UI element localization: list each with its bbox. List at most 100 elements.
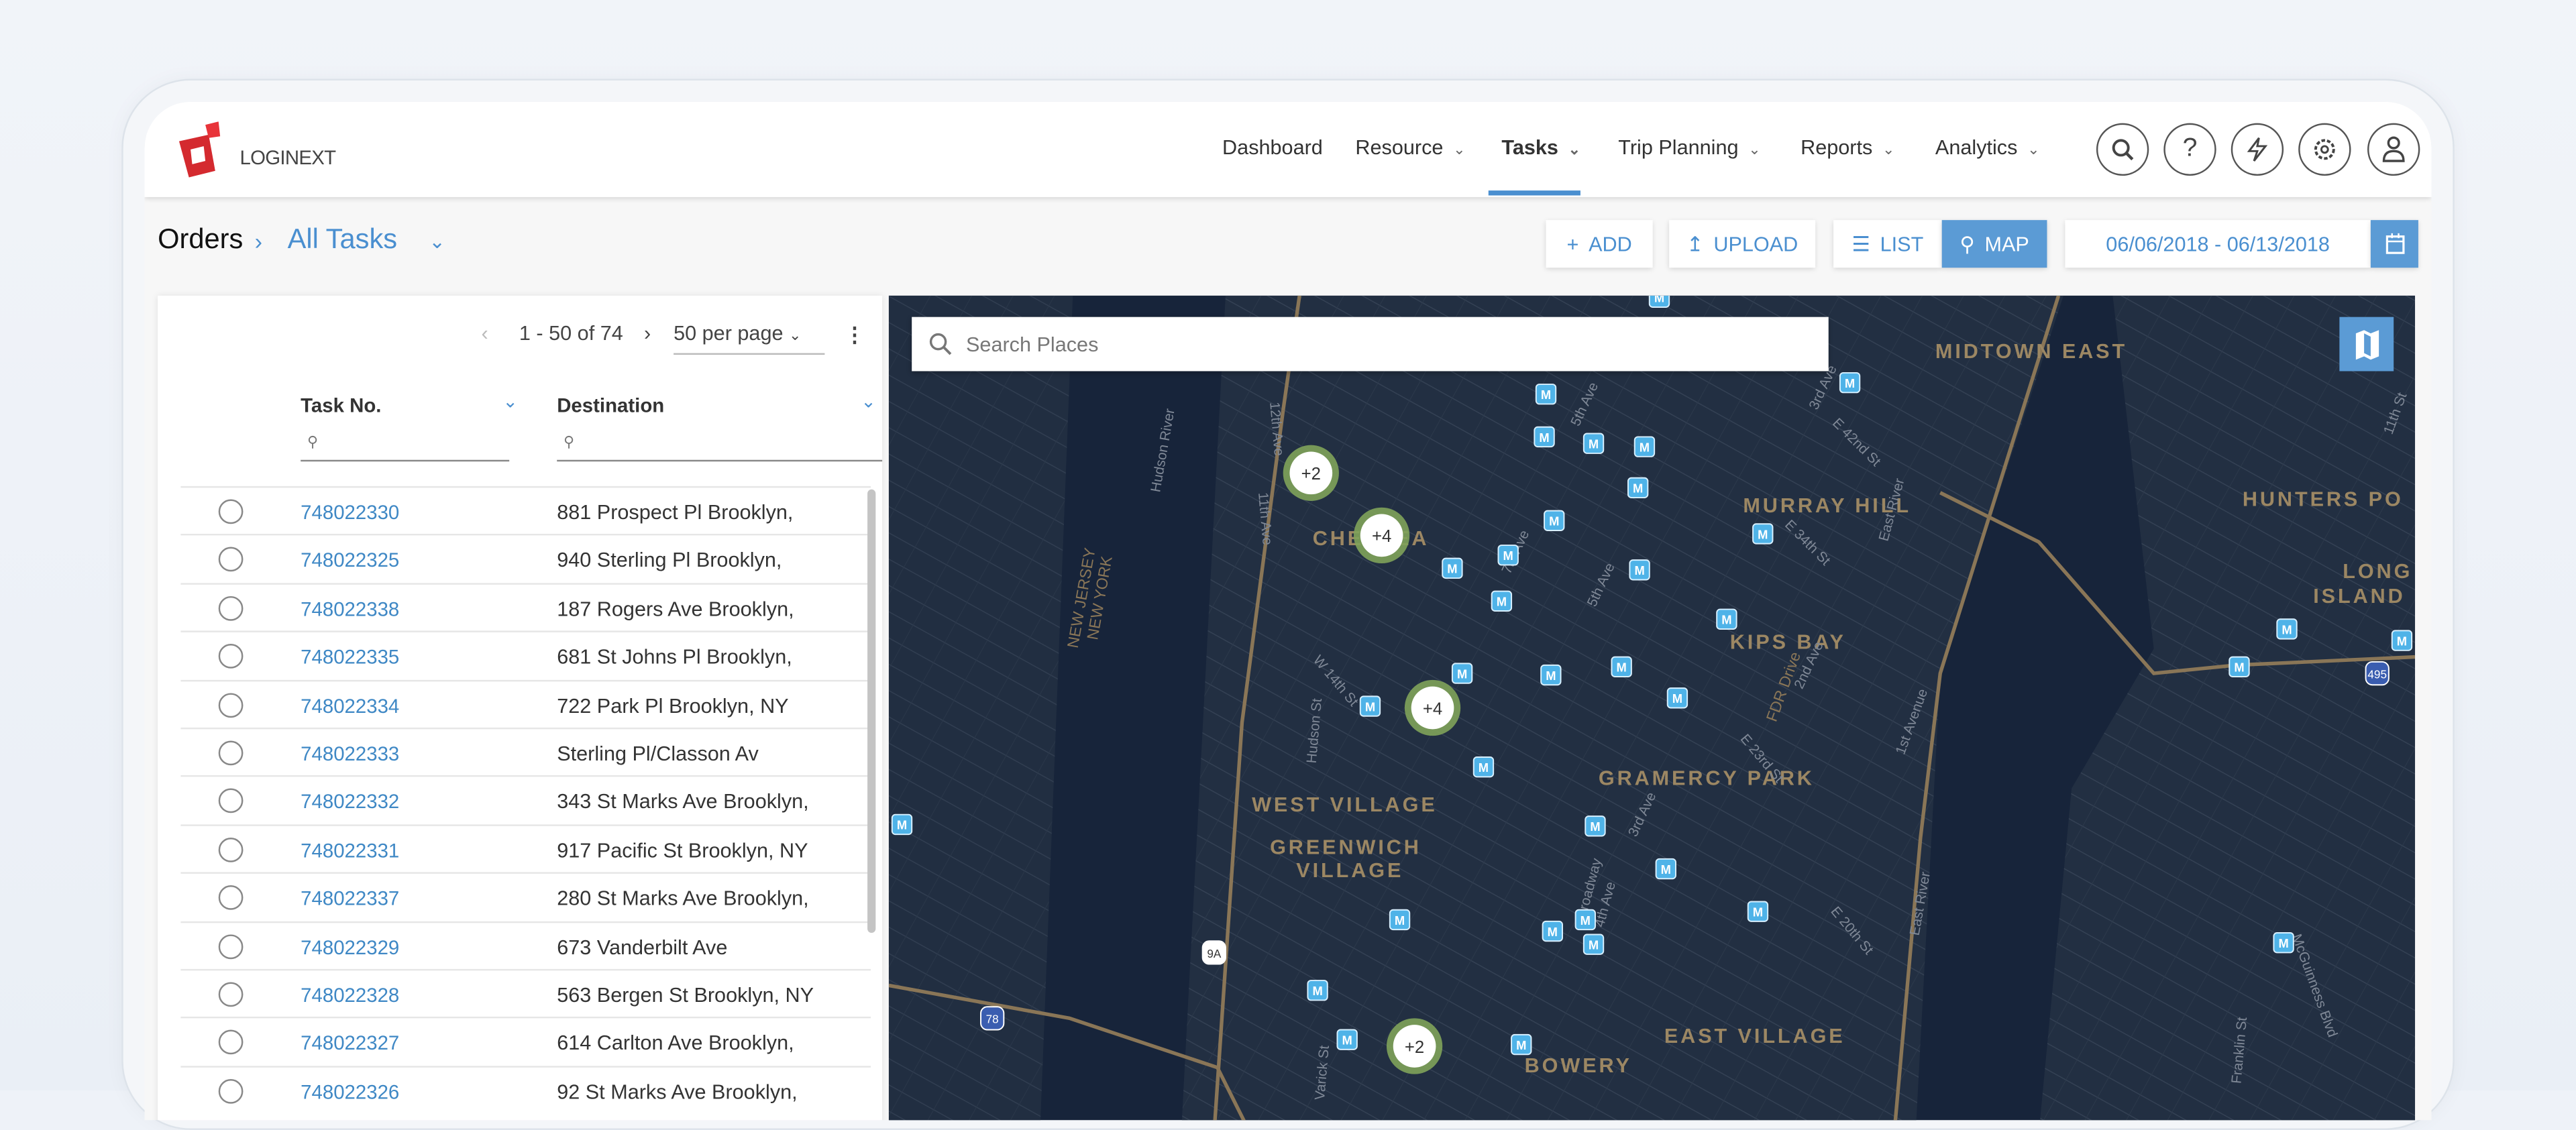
map-type-button[interactable] bbox=[2339, 317, 2394, 372]
metro-station-icon[interactable]: M bbox=[1582, 934, 1605, 955]
metro-station-icon[interactable]: M bbox=[1648, 295, 1670, 308]
task-number-link[interactable]: 748022329 bbox=[301, 936, 399, 958]
metro-station-icon[interactable]: M bbox=[1307, 980, 1328, 1001]
table-row[interactable]: 748022325 940 Sterling Pl Brooklyn, bbox=[180, 534, 871, 583]
metro-station-icon[interactable]: M bbox=[1540, 664, 1562, 686]
search-places-input[interactable]: Search Places bbox=[912, 317, 1829, 372]
destination-filter-input[interactable]: ⚲ bbox=[557, 427, 883, 462]
row-select-radio[interactable] bbox=[218, 596, 244, 621]
row-select-radio[interactable] bbox=[218, 547, 244, 573]
row-select-radio[interactable] bbox=[218, 740, 244, 766]
metro-station-icon[interactable]: M bbox=[1535, 384, 1557, 405]
nav-resource[interactable]: Resource ⌄ bbox=[1355, 136, 1465, 159]
sort-chevron-icon[interactable]: ⌄ bbox=[502, 391, 518, 412]
row-select-radio[interactable] bbox=[218, 1030, 244, 1055]
metro-station-icon[interactable]: M bbox=[1472, 756, 1495, 778]
search-button[interactable] bbox=[2096, 123, 2149, 176]
breadcrumb-orders[interactable]: Orders bbox=[158, 223, 243, 256]
metro-station-icon[interactable]: M bbox=[1511, 1033, 1532, 1056]
table-row[interactable]: 748022328 563 Bergen St Brooklyn, NY bbox=[180, 968, 871, 1017]
next-page-button[interactable]: › bbox=[644, 322, 651, 345]
per-page-select[interactable]: 50 per page ⌄ bbox=[674, 322, 825, 355]
metro-station-icon[interactable]: M bbox=[1582, 433, 1605, 454]
nav-reports[interactable]: Reports ⌄ bbox=[1801, 136, 1894, 159]
task-cluster-marker[interactable]: +4 bbox=[1353, 507, 1410, 564]
task-number-link[interactable]: 748022332 bbox=[301, 791, 399, 813]
nav-dashboard[interactable]: Dashboard bbox=[1222, 136, 1323, 159]
add-button[interactable]: + ADD bbox=[1546, 220, 1653, 268]
metro-station-icon[interactable]: M bbox=[1359, 695, 1381, 717]
loginext-logo[interactable] bbox=[172, 121, 231, 180]
settings-button[interactable] bbox=[2298, 123, 2351, 176]
table-row[interactable]: 748022326 92 St Marks Ave Brooklyn, bbox=[180, 1065, 871, 1114]
metro-station-icon[interactable]: M bbox=[1544, 510, 1565, 532]
table-row[interactable]: 748022329 673 Vanderbilt Ave bbox=[180, 920, 871, 969]
metro-station-icon[interactable]: M bbox=[1534, 426, 1555, 448]
task-number-link[interactable]: 748022333 bbox=[301, 742, 399, 765]
prev-page-button[interactable]: ‹ bbox=[482, 322, 488, 345]
metro-station-icon[interactable]: M bbox=[1491, 590, 1513, 612]
table-scrollbar[interactable] bbox=[867, 489, 876, 934]
metro-station-icon[interactable]: M bbox=[1442, 557, 1463, 579]
metro-station-icon[interactable]: M bbox=[1655, 858, 1676, 880]
table-row[interactable]: 748022332 343 St Marks Ave Brooklyn, bbox=[180, 775, 871, 824]
help-button[interactable]: ? bbox=[2163, 123, 2216, 176]
metro-station-icon[interactable]: M bbox=[1497, 545, 1519, 566]
table-row[interactable]: 748022330 881 Prospect Pl Brooklyn, bbox=[180, 486, 871, 534]
table-row[interactable]: 748022331 917 Pacific St Brooklyn, NY bbox=[180, 824, 871, 872]
row-select-radio[interactable] bbox=[218, 1078, 244, 1103]
list-view-button[interactable]: ☰ LIST bbox=[1833, 220, 1942, 268]
task-no-filter-input[interactable]: ⚲ bbox=[301, 427, 510, 462]
metro-station-icon[interactable]: M bbox=[1666, 687, 1688, 709]
column-header-destination[interactable]: Destination bbox=[557, 394, 664, 417]
task-number-link[interactable]: 748022325 bbox=[301, 549, 399, 572]
task-cluster-marker[interactable]: +2 bbox=[1386, 1018, 1443, 1074]
calendar-button[interactable] bbox=[2370, 220, 2418, 268]
table-row[interactable]: 748022337 280 St Marks Ave Brooklyn, bbox=[180, 872, 871, 921]
table-row[interactable]: 748022334 722 Park Pl Brooklyn, NY bbox=[180, 679, 871, 728]
sort-chevron-icon[interactable]: ⌄ bbox=[861, 391, 876, 412]
nav-trip-planning[interactable]: Trip Planning ⌄ bbox=[1618, 136, 1760, 159]
metro-station-icon[interactable]: M bbox=[1747, 901, 1769, 922]
quick-actions-button[interactable] bbox=[2231, 123, 2284, 176]
map-canvas[interactable]: MIDTOWN EASTMURRAY HILL HUNTERS POLONGISL… bbox=[888, 295, 2416, 1121]
view-dropdown-chevron-icon[interactable]: ⌄ bbox=[429, 230, 445, 253]
task-number-link[interactable]: 748022335 bbox=[301, 646, 399, 669]
breadcrumb-all-tasks[interactable]: All Tasks bbox=[288, 223, 398, 256]
nav-analytics[interactable]: Analytics ⌄ bbox=[1935, 136, 2040, 159]
metro-station-icon[interactable]: M bbox=[1451, 663, 1473, 684]
metro-station-icon[interactable]: M bbox=[1336, 1029, 1358, 1050]
row-select-radio[interactable] bbox=[218, 692, 244, 718]
row-select-radio[interactable] bbox=[218, 789, 244, 814]
row-select-radio[interactable] bbox=[218, 885, 244, 911]
metro-station-icon[interactable]: M bbox=[1627, 477, 1649, 499]
date-range-field[interactable]: 06/06/2018 - 06/13/2018 bbox=[2065, 220, 2371, 268]
task-number-link[interactable]: 748022328 bbox=[301, 984, 399, 1007]
task-number-link[interactable]: 748022326 bbox=[301, 1080, 399, 1103]
row-select-radio[interactable] bbox=[218, 837, 244, 862]
profile-button[interactable] bbox=[2367, 123, 2420, 176]
map-view[interactable]: MIDTOWN EAST MURRAY HILL HUNTERS PO LONG ISL… bbox=[888, 295, 2416, 1121]
table-row[interactable]: 748022333 Sterling Pl/Classon Av bbox=[180, 727, 871, 776]
task-number-link[interactable]: 748022330 bbox=[301, 501, 399, 524]
nav-tasks[interactable]: Tasks ⌄ bbox=[1501, 136, 1580, 159]
table-row[interactable]: 748022335 681 St Johns Pl Brooklyn, bbox=[180, 630, 871, 679]
row-select-radio[interactable] bbox=[218, 934, 244, 959]
metro-station-icon[interactable]: M bbox=[1585, 815, 1606, 837]
task-cluster-marker[interactable]: +2 bbox=[1283, 445, 1339, 501]
row-select-radio[interactable] bbox=[218, 982, 244, 1007]
metro-station-icon[interactable]: M bbox=[1574, 909, 1596, 931]
metro-station-icon[interactable]: M bbox=[1542, 920, 1563, 942]
metro-station-icon[interactable]: M bbox=[1389, 909, 1411, 931]
metro-station-icon[interactable]: M bbox=[2229, 656, 2250, 677]
task-number-link[interactable]: 748022327 bbox=[301, 1032, 399, 1055]
metro-station-icon[interactable]: M bbox=[2391, 630, 2413, 651]
task-number-link[interactable]: 748022334 bbox=[301, 694, 399, 717]
table-row[interactable]: 748022338 187 Rogers Ave Brooklyn, bbox=[180, 582, 871, 631]
row-select-radio[interactable] bbox=[218, 644, 244, 669]
metro-station-icon[interactable]: M bbox=[1629, 559, 1650, 581]
table-row[interactable]: 748022327 614 Carlton Ave Brooklyn, bbox=[180, 1017, 871, 1066]
metro-station-icon[interactable]: M bbox=[1716, 608, 1737, 630]
metro-station-icon[interactable]: M bbox=[1611, 656, 1632, 677]
task-number-link[interactable]: 748022338 bbox=[301, 598, 399, 620]
